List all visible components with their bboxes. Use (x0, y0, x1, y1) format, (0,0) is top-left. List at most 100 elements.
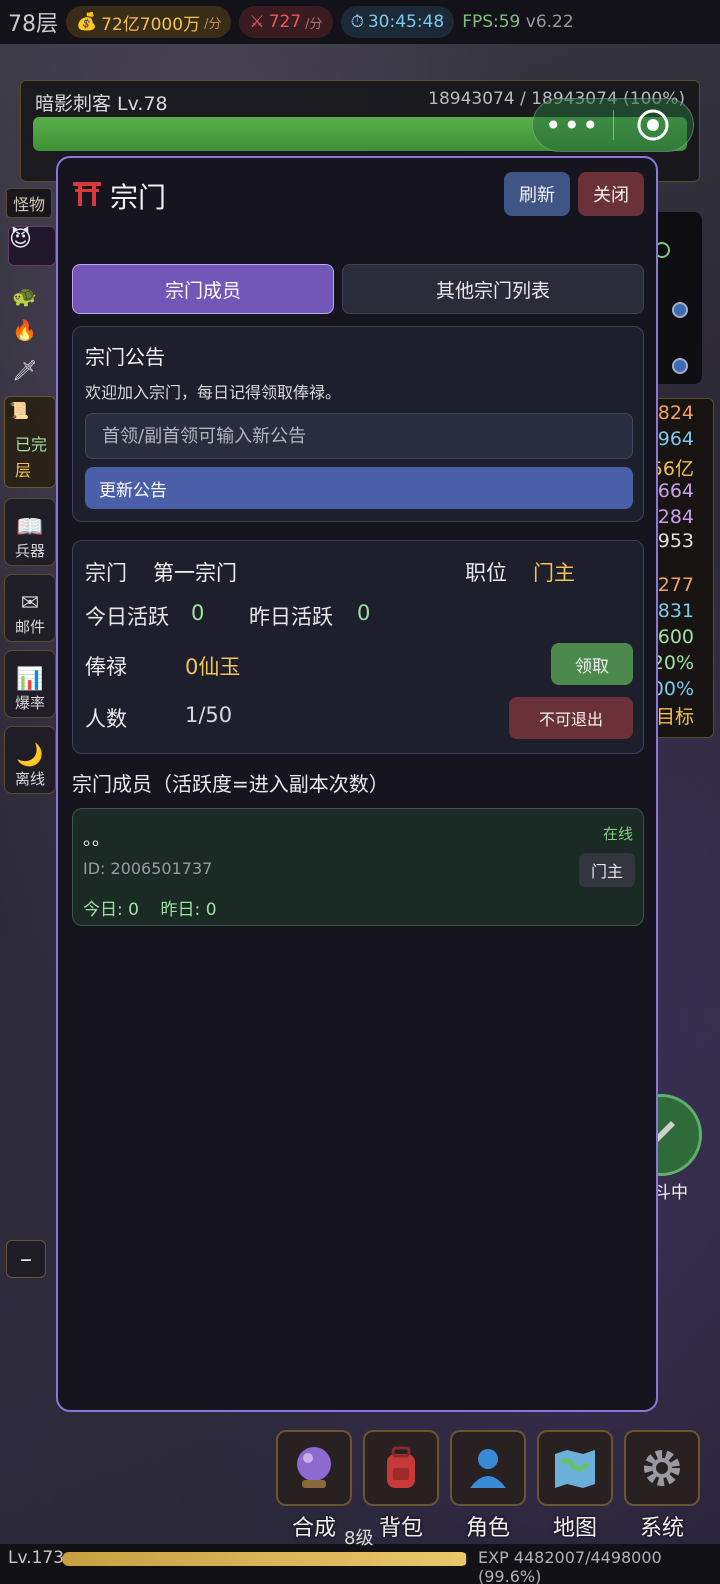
today-active-label: 今日活跃 (85, 605, 169, 629)
side-mail-button[interactable]: ✉ 邮件 (4, 574, 56, 642)
close-miniprogram-icon[interactable] (614, 108, 694, 142)
stat-value: 目标 (655, 706, 694, 728)
today-active-value: 0 (191, 601, 205, 625)
side-drop-button[interactable]: 📊 爆率 (4, 650, 56, 718)
role-value: 门主 (533, 561, 575, 585)
skill-orb-icon (672, 302, 688, 318)
claim-salary-button[interactable]: 领取 (551, 643, 633, 685)
crossed-swords-icon: ⚔ (249, 12, 265, 32)
dagger-icon: 🗡 (12, 358, 38, 382)
player-level: Lv.173 (8, 1548, 65, 1568)
notice-text: 欢迎加入宗门，每日记得领取俸禄。 (85, 383, 342, 402)
more-menu-icon[interactable]: ••• (533, 109, 613, 142)
member-count-value: 1/50 (185, 703, 233, 727)
devil-icon: 😈 (9, 227, 32, 252)
quit-sect-button[interactable]: 不可退出 (509, 697, 633, 739)
fight-status: 斗中 (654, 1183, 688, 1203)
quest-panel[interactable]: 📜 已完 层 (4, 396, 56, 488)
nav-bag-label: 背包 (378, 1516, 423, 1541)
exp-text: EXP 4482007/4498000 (99.6%) (478, 1548, 662, 1584)
stat-value: 277 (657, 574, 694, 596)
stat-value: 00% (651, 678, 694, 700)
stat-value: 600 (657, 626, 694, 648)
stat-value: 664 (657, 480, 694, 502)
top-status-bar: 78层 💰 72亿7000万 /分 ⚔ 727 /分 ⏱ 30:45:48 FP… (0, 0, 720, 44)
member-name: 。。 (83, 829, 110, 850)
side-weapon-button[interactable]: 📖 兵器 (4, 498, 56, 566)
yesterday-active-label: 昨日活跃 (249, 605, 333, 629)
sect-dialog: 宗门 刷新 关闭 宗门成员 其他宗门列表 宗门公告 欢迎加入宗门，每日记得领取俸… (56, 156, 658, 1412)
fps-version: FPS:59 v6.22 (462, 12, 574, 32)
level-hint: 8级 (344, 1528, 374, 1549)
torii-gate-icon (72, 180, 102, 213)
quest-status: 已完 (15, 435, 48, 454)
exp-bar-fill (62, 1552, 467, 1566)
side-offline-button[interactable]: 🌙 离线 (4, 726, 56, 794)
stopwatch-icon: ⏱ (350, 12, 364, 32)
yesterday-active-value: 0 (357, 601, 371, 625)
notice-input[interactable] (85, 413, 633, 459)
member-activity: 今日: 0 昨日: 0 (83, 900, 217, 920)
nav-bag-button[interactable] (363, 1430, 439, 1506)
mail-icon: ✉ (20, 591, 40, 616)
update-notice-button[interactable]: 更新公告 (85, 467, 633, 509)
crystal-ball-icon (297, 1447, 331, 1488)
nav-map-label: 地图 (552, 1516, 597, 1541)
book-icon: 📖 (16, 515, 44, 540)
salary-value: 0仙玉 (185, 655, 241, 679)
sect-label: 宗门 (85, 561, 127, 585)
members-section-title: 宗门成员（活跃度=进入副本次数） (72, 772, 389, 796)
notice-card: 宗门公告 欢迎加入宗门，每日记得领取俸禄。 更新公告 (72, 326, 644, 522)
role-label: 职位 (465, 561, 507, 585)
monster-slot: 😈 (8, 226, 56, 266)
close-button[interactable]: 关闭 (578, 172, 644, 216)
backpack-icon (387, 1446, 415, 1488)
boss-name: 暗影刺客 Lv.78 (35, 93, 168, 115)
refresh-button[interactable]: 刷新 (504, 172, 570, 216)
nav-character-button[interactable] (450, 1430, 526, 1506)
monster-tag[interactable]: 怪物 (6, 188, 53, 218)
skill-orb-icon (672, 358, 688, 374)
member-row[interactable]: 。。 在线 ID: 2006501737 门主 今日: 0 昨日: 0 (72, 808, 644, 926)
kill-rate: ⚔ 727 /分 (239, 6, 333, 38)
gear-icon (644, 1450, 680, 1486)
play-timer: ⏱ 30:45:48 (340, 6, 455, 38)
nav-merge-button[interactable] (276, 1430, 352, 1506)
fire-icon: 🔥 (12, 318, 37, 342)
money-bag-icon: 💰 (76, 12, 98, 32)
stat-value: 20% (651, 652, 694, 674)
member-count-label: 人数 (85, 707, 127, 731)
scroll-icon: 📜 (9, 401, 29, 420)
collapse-button[interactable]: – (6, 1240, 46, 1278)
stat-value: 824 (657, 402, 694, 424)
person-icon (470, 1449, 506, 1488)
stat-value: 953 (657, 530, 694, 552)
quest-floor: 层 (15, 461, 32, 480)
tab-sect-members[interactable]: 宗门成员 (72, 264, 334, 314)
nav-system-button[interactable] (624, 1430, 700, 1506)
tab-other-sects[interactable]: 其他宗门列表 (342, 264, 644, 314)
stat-value: 831 (657, 600, 694, 622)
gold-rate: 💰 72亿7000万 /分 (66, 6, 232, 38)
member-online-status: 在线 (602, 825, 633, 843)
floor-level: 78层 (8, 12, 58, 37)
stat-value: 284 (657, 506, 694, 528)
exp-bar (62, 1552, 468, 1566)
sect-name: 第一宗门 (153, 561, 237, 585)
member-id: ID: 2006501737 (83, 859, 213, 878)
nav-system-label: 系统 (639, 1516, 684, 1541)
dialog-title: 宗门 (72, 176, 166, 216)
nav-map-button[interactable] (537, 1430, 613, 1506)
map-icon (555, 1450, 595, 1488)
stat-value: 964 (657, 428, 694, 450)
moon-icon: 🌙 (16, 743, 44, 768)
salary-label: 俸禄 (85, 655, 127, 679)
nav-merge-label: 合成 (291, 1516, 336, 1541)
miniprogram-capsule: ••• (532, 98, 694, 152)
turtle-icon: 🐢 (12, 284, 37, 308)
notice-title: 宗门公告 (85, 345, 165, 369)
sect-info-card: 宗门 第一宗门 职位 门主 今日活跃 0 昨日活跃 0 俸禄 0仙玉 领取 人数… (72, 540, 644, 754)
bar-chart-icon: 📊 (16, 667, 44, 692)
nav-character-label: 角色 (465, 1516, 510, 1541)
member-role-badge: 门主 (579, 853, 635, 887)
